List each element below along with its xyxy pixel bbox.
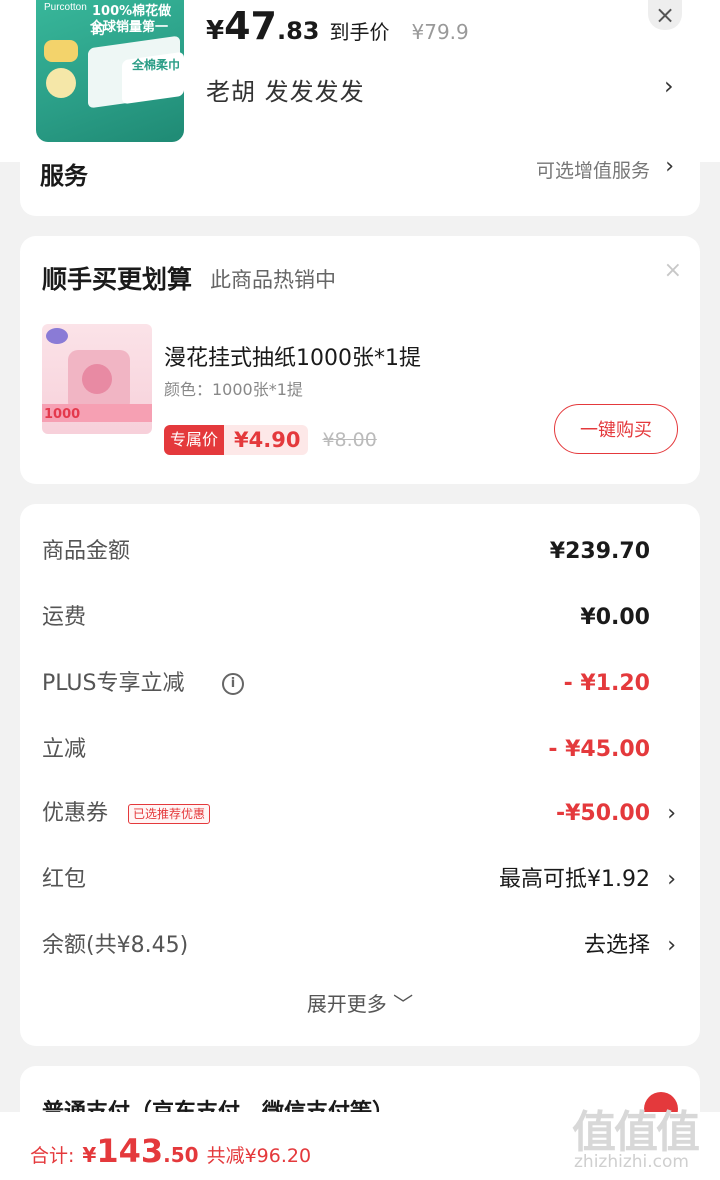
total-integer: 143: [96, 1132, 164, 1170]
deal-product-spec: 颜色：1000张*1提: [164, 380, 303, 399]
image-count-label: 1000: [44, 407, 81, 422]
original-price: ¥79.9: [411, 20, 469, 44]
order-amounts-card: 商品金额 ¥239.70 运费 ¥0.00 PLUS专享立减 i - ¥1.20…: [20, 504, 700, 1046]
amount-value: -¥50.00: [555, 801, 650, 826]
thumb-slogan-2: 全球销量第一: [90, 20, 169, 35]
amount-label: 红包: [42, 867, 87, 892]
amount-value: 去选择: [583, 933, 650, 958]
amount-label: 商品金额: [42, 539, 131, 564]
order-total: 合计: ¥ 143 .50 共减¥96.20: [30, 1132, 311, 1170]
one-click-buy-button[interactable]: 一键购买: [554, 404, 678, 454]
deal-price: ¥4.90: [224, 425, 309, 455]
amount-label: 余额(共¥8.45): [42, 933, 189, 958]
price-integer: 47: [224, 4, 277, 48]
amount-row-instant-discount: 立减 - ¥45.00: [20, 730, 700, 770]
amount-value: - ¥45.00: [548, 737, 650, 762]
service-card[interactable]: 服务 可选增值服务 ›: [20, 150, 700, 216]
price-decimal: .83: [276, 17, 320, 45]
amount-value: ¥239.70: [549, 539, 650, 564]
price-currency: ¥: [206, 16, 225, 46]
amount-row-plus-discount: PLUS专享立减 i - ¥1.20: [20, 664, 700, 704]
total-currency: ¥: [82, 1143, 97, 1167]
service-value[interactable]: 可选增值服务: [536, 156, 650, 183]
deal-product-image[interactable]: 1000: [42, 324, 152, 434]
watermark: 值值值 zhizhizhi.com: [572, 1096, 712, 1180]
thumb-brand: Purcotton: [44, 2, 87, 13]
chevron-right-icon[interactable]: ›: [667, 926, 676, 966]
amount-row-red-packet[interactable]: 红包 最高可抵¥1.92 ›: [20, 860, 700, 900]
info-icon[interactable]: i: [222, 673, 244, 695]
deal-title: 顺手买更划算: [42, 265, 193, 294]
total-saved: 共减¥96.20: [206, 1145, 312, 1167]
amount-label: 立减: [42, 737, 87, 762]
coupon-recommended-tag: 已选推荐优惠: [128, 804, 211, 824]
thumb-badge-round: [46, 68, 76, 98]
amount-label: PLUS专享立减: [42, 671, 185, 696]
amount-value: - ¥1.20: [563, 671, 650, 696]
chevron-right-icon[interactable]: ›: [667, 794, 676, 834]
deal-product-name[interactable]: 漫花挂式抽纸1000张*1提: [164, 340, 421, 372]
service-title: 服务: [40, 162, 88, 190]
amount-value: ¥0.00: [580, 605, 650, 630]
deal-subtitle: 此商品热销中: [210, 268, 336, 292]
expand-more-button[interactable]: 展开更多 ﹀: [20, 988, 700, 1017]
thumb-pack-text: 全棉柔巾: [132, 58, 181, 72]
watermark-logo: 值值值: [572, 1107, 700, 1158]
amount-value: 最高可抵¥1.92: [499, 867, 650, 892]
total-decimal: .50: [163, 1143, 199, 1167]
product-summary-header: Purcotton 100%棉花做的 全球销量第一 全棉柔巾 ¥ 47 .83 …: [0, 0, 720, 162]
deal-original-price: ¥8.00: [322, 429, 377, 451]
amount-row-shipping: 运费 ¥0.00: [20, 598, 700, 638]
chevron-right-icon[interactable]: ›: [665, 154, 674, 179]
flower-icon: [82, 364, 112, 394]
watermark-url: zhizhizhi.com: [574, 1152, 689, 1172]
amount-row-balance[interactable]: 余额(共¥8.45) 去选择 ›: [20, 926, 700, 966]
brand-logo-icon: [46, 328, 68, 344]
final-price: ¥ 47 .83 到手价 ¥79.9: [206, 4, 469, 48]
close-icon[interactable]: ×: [648, 0, 682, 30]
deal-price-box: 专属价 ¥4.90 ¥8.00: [164, 424, 377, 456]
amount-label: 运费: [42, 605, 87, 630]
thumb-badge: [44, 40, 78, 62]
amount-label: 优惠券: [42, 801, 109, 826]
product-thumbnail[interactable]: Purcotton 100%棉花做的 全球销量第一 全棉柔巾: [36, 0, 184, 142]
total-label: 合计:: [30, 1145, 75, 1167]
price-label: 到手价: [329, 20, 390, 44]
addon-deal-card: 顺手买更划算 此商品热销中 × 1000 漫花挂式抽纸1000张*1提 颜色：1…: [20, 236, 700, 484]
amount-row-coupon[interactable]: 优惠券 已选推荐优惠 -¥50.00 ›: [20, 794, 700, 834]
chevron-right-icon[interactable]: ›: [664, 72, 674, 100]
seller-name[interactable]: 老胡 发发发发: [206, 72, 365, 107]
close-icon[interactable]: ×: [664, 258, 682, 283]
exclusive-price-tag: 专属价: [164, 425, 225, 455]
amount-row-goods: 商品金额 ¥239.70: [20, 532, 700, 572]
chevron-right-icon[interactable]: ›: [667, 860, 676, 900]
